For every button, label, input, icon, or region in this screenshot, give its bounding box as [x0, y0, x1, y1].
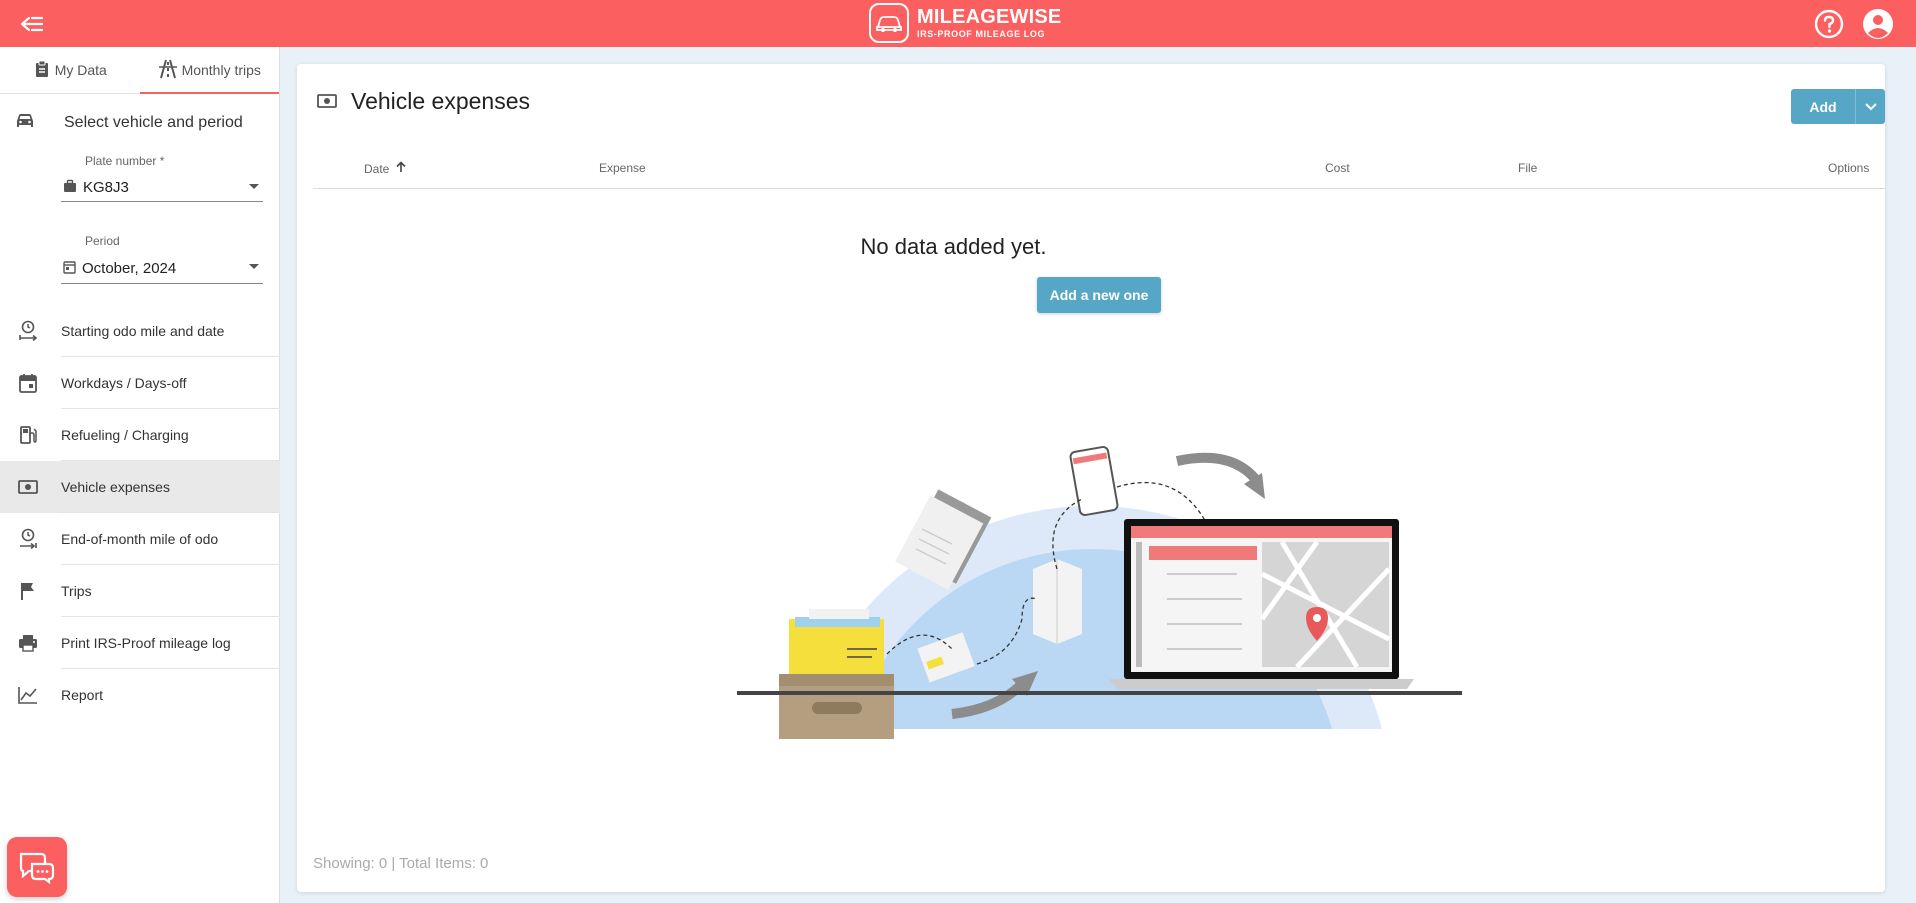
car-logo-icon — [869, 3, 909, 43]
odometer-end-icon — [16, 527, 40, 551]
table-header: Date Expense Cost File Options — [313, 152, 1885, 189]
period-value: October, 2024 — [82, 260, 177, 277]
road-icon — [158, 59, 178, 82]
period-field: Period October, 2024 — [61, 233, 263, 293]
column-label: File — [1518, 161, 1538, 175]
brand-tagline: IRS-PROOF MILEAGE LOG — [917, 29, 1046, 39]
plate-number-select[interactable]: KG8J3 — [61, 174, 263, 202]
column-label: Expense — [599, 161, 646, 175]
sidebar-item-workdays[interactable]: Workdays / Days-off — [0, 357, 280, 409]
sidebar: My Data Monthly trips Select vehicle and… — [0, 47, 280, 903]
select-vehicle-label: Select vehicle and period — [64, 114, 243, 131]
fuel-pump-icon — [16, 423, 40, 447]
add-dropdown-button[interactable] — [1855, 89, 1885, 124]
sidebar-item-label: Workdays / Days-off — [61, 375, 187, 391]
add-button[interactable]: Add — [1791, 89, 1855, 124]
main-card: Vehicle expenses Add Date Expense Cost F… — [297, 64, 1885, 892]
sidebar-item-report[interactable]: Report — [0, 669, 280, 721]
plate-number-label: Plate number * — [85, 154, 165, 168]
briefcase-icon — [63, 179, 77, 197]
calendar-small-icon — [63, 260, 76, 278]
empty-state-message: No data added yet. — [860, 234, 1047, 259]
sort-ascending-icon — [395, 161, 407, 176]
sidebar-item-label: Trips — [61, 583, 92, 599]
period-label: Period — [85, 234, 120, 248]
plate-number-field: Plate number * KG8J3 — [61, 152, 263, 212]
column-label: Date — [364, 161, 390, 176]
sidebar-item-label: Report — [61, 687, 104, 703]
money-icon — [16, 475, 40, 499]
column-date[interactable]: Date — [364, 161, 407, 176]
back-arrow-icon[interactable] — [18, 10, 46, 38]
tab-my-data[interactable]: My Data — [0, 47, 140, 93]
sidebar-item-trips[interactable]: Trips — [0, 565, 280, 617]
column-file[interactable]: File — [1518, 161, 1537, 175]
tab-monthly-trips[interactable]: Monthly trips — [139, 47, 280, 94]
select-vehicle-heading: Select vehicle and period — [0, 94, 279, 152]
tab-monthly-trips-label: Monthly trips — [181, 62, 261, 78]
column-expense[interactable]: Expense — [599, 161, 646, 175]
account-icon[interactable] — [1861, 7, 1895, 41]
sidebar-item-end-of-month-odo[interactable]: End-of-month mile of odo — [0, 513, 280, 565]
printer-icon — [16, 631, 40, 655]
sidebar-item-label: End-of-month mile of odo — [61, 531, 219, 547]
page-title-text: Vehicle expenses — [351, 88, 531, 114]
column-label: Options — [1828, 161, 1870, 175]
odometer-start-icon — [16, 319, 40, 343]
period-select[interactable]: October, 2024 — [61, 254, 263, 284]
add-new-button[interactable]: Add a new one — [1037, 277, 1161, 313]
chevron-down-icon — [249, 264, 259, 269]
column-options: Options — [1828, 161, 1869, 175]
sidebar-item-label: Starting odo mile and date — [61, 323, 225, 339]
car-icon — [14, 112, 36, 135]
sidebar-item-label: Vehicle expenses — [61, 479, 170, 495]
chevron-down-icon — [1864, 98, 1877, 116]
chevron-down-icon — [249, 184, 259, 189]
line-chart-icon — [16, 683, 40, 707]
clipboard-icon — [33, 60, 51, 81]
sidebar-menu: Starting odo mile and date Workdays / Da… — [0, 305, 280, 721]
plate-number-value: KG8J3 — [83, 179, 129, 196]
sidebar-item-print-log[interactable]: Print IRS-Proof mileage log — [0, 617, 280, 669]
sidebar-item-label: Print IRS-Proof mileage log — [61, 635, 231, 651]
sidebar-tabs: My Data Monthly trips — [0, 47, 279, 94]
help-icon[interactable] — [1813, 8, 1845, 40]
calendar-icon — [16, 371, 40, 395]
column-cost[interactable]: Cost — [1325, 161, 1350, 175]
add-split-button: Add — [1791, 89, 1885, 124]
empty-state-illustration — [737, 409, 1467, 809]
column-label: Cost — [1325, 161, 1350, 175]
brand-name: MILEAGEWISE — [917, 6, 1062, 28]
sidebar-item-vehicle-expenses[interactable]: Vehicle expenses — [0, 461, 280, 513]
sidebar-item-starting-odo[interactable]: Starting odo mile and date — [0, 305, 280, 357]
top-bar: MILEAGEWISE IRS-PROOF MILEAGE LOG — [0, 0, 1916, 47]
flag-icon — [16, 579, 40, 603]
money-icon — [317, 88, 337, 115]
tab-my-data-label: My Data — [54, 62, 107, 78]
page-title: Vehicle expenses — [317, 88, 530, 115]
sidebar-item-label: Refueling / Charging — [61, 427, 189, 443]
table-footer-status: Showing: 0 | Total Items: 0 — [313, 855, 489, 872]
brand-logo[interactable]: MILEAGEWISE IRS-PROOF MILEAGE LOG — [869, 2, 1061, 44]
chat-support-icon[interactable] — [7, 837, 67, 897]
sidebar-item-refueling[interactable]: Refueling / Charging — [0, 409, 280, 461]
